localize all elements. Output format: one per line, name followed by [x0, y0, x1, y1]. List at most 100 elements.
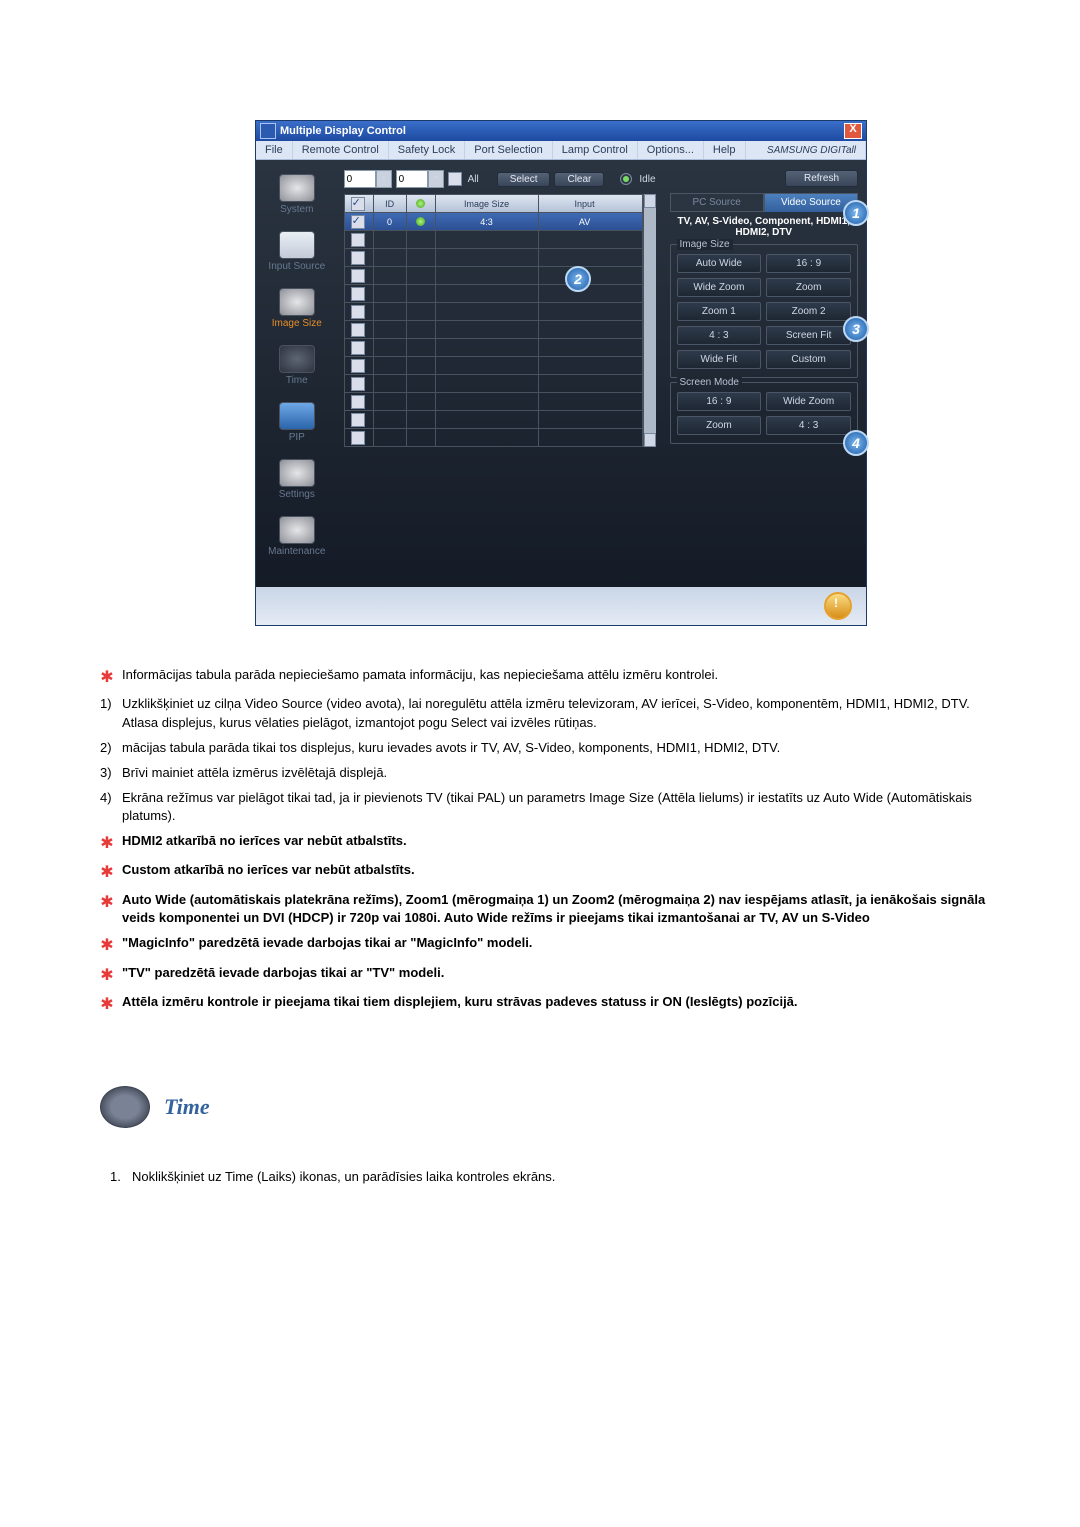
all-checkbox[interactable]	[448, 172, 462, 186]
menu-remote[interactable]: Remote Control	[293, 141, 389, 159]
header-checkbox[interactable]	[351, 197, 365, 211]
menubar: File Remote Control Safety Lock Port Sel…	[256, 141, 866, 160]
callout-2: 2	[565, 266, 591, 292]
btn-16-9[interactable]: 16 : 9	[766, 254, 851, 273]
btn-sm-zoom[interactable]: Zoom	[677, 416, 762, 435]
brand-label: SAMSUNG DIGITall	[758, 142, 866, 159]
source-info: TV, AV, S-Video, Component, HDMI1, HDMI2…	[670, 216, 858, 238]
table-row	[345, 266, 642, 284]
time-icon	[279, 345, 315, 373]
table-row	[345, 320, 642, 338]
btn-zoom[interactable]: Zoom	[766, 278, 851, 297]
star-icon: ✱	[100, 832, 114, 855]
system-icon	[279, 174, 315, 202]
main-panel: ▾ ▾ All Select Clear Idle ID Image Size …	[338, 160, 662, 587]
table-row	[345, 248, 642, 266]
star-icon: ✱	[100, 861, 114, 884]
menu-options[interactable]: Options...	[638, 141, 704, 159]
sidebar-item-time[interactable]: Time	[256, 345, 338, 386]
sidebar-item-maint[interactable]: Maintenance	[256, 516, 338, 557]
doc-body: ✱Informācijas tabula parāda nepieciešamo…	[100, 666, 1020, 1187]
table-row[interactable]: 0 4:3 AV	[345, 212, 642, 230]
refresh-button[interactable]: Refresh	[785, 170, 858, 187]
app-footer	[256, 587, 866, 625]
sidebar-item-system[interactable]: System	[256, 174, 338, 215]
sidebar: System Input Source Image Size Time PIP …	[256, 160, 338, 587]
idle-radio[interactable]	[620, 173, 632, 185]
table-row	[345, 284, 642, 302]
star-icon: ✱	[100, 934, 114, 957]
menu-lamp[interactable]: Lamp Control	[553, 141, 638, 159]
time-heading: Time	[100, 1086, 1020, 1128]
table-row	[345, 374, 642, 392]
btn-sm-widezoom[interactable]: Wide Zoom	[766, 392, 851, 411]
input-source-icon	[279, 231, 315, 259]
btn-auto-wide[interactable]: Auto Wide	[677, 254, 762, 273]
callout-4: 4	[843, 430, 869, 456]
callout-3: 3	[843, 316, 869, 342]
table-scrollbar[interactable]: ▴ ▾	[643, 194, 656, 447]
menu-safety[interactable]: Safety Lock	[389, 141, 465, 159]
sidebar-item-pip[interactable]: PIP	[256, 402, 338, 443]
menu-port[interactable]: Port Selection	[465, 141, 552, 159]
menu-file[interactable]: File	[256, 141, 293, 159]
btn-wide-fit[interactable]: Wide Fit	[677, 350, 762, 369]
col-id: ID	[374, 195, 407, 212]
row-checkbox[interactable]	[351, 215, 365, 229]
maintenance-icon	[279, 516, 315, 544]
alert-icon	[824, 592, 852, 620]
window-title: Multiple Display Control	[280, 125, 844, 137]
btn-custom[interactable]: Custom	[766, 350, 851, 369]
sidebar-item-set[interactable]: Settings	[256, 459, 338, 500]
scroll-down-icon[interactable]: ▾	[644, 433, 656, 447]
btn-zoom2[interactable]: Zoom 2	[766, 302, 851, 321]
screen-mode-group: Screen Mode 16 : 9 Wide Zoom Zoom 4 : 3	[670, 382, 858, 444]
star-icon: ✱	[100, 964, 114, 987]
callout-1: 1	[843, 200, 869, 226]
sidebar-item-input[interactable]: Input Source	[256, 231, 338, 272]
btn-zoom1[interactable]: Zoom 1	[677, 302, 762, 321]
col-size: Image Size	[436, 195, 539, 212]
all-label: All	[468, 174, 479, 185]
image-size-group: Image Size Auto Wide 16 : 9 Wide Zoom Zo…	[670, 244, 858, 378]
sidebar-item-image[interactable]: Image Size	[256, 288, 338, 329]
btn-wide-zoom[interactable]: Wide Zoom	[677, 278, 762, 297]
chevron-down-icon[interactable]: ▾	[376, 170, 392, 188]
btn-sm-16-9[interactable]: 16 : 9	[677, 392, 762, 411]
star-icon: ✱	[100, 993, 114, 1016]
source-dot-icon	[416, 217, 425, 226]
pip-icon	[279, 402, 315, 430]
idle-label: Idle	[639, 174, 655, 185]
clear-button[interactable]: Clear	[554, 172, 604, 187]
display-table: ID Image Size Input 0 4:3 AV	[344, 194, 643, 447]
scroll-up-icon[interactable]: ▴	[644, 194, 656, 208]
image-size-icon	[279, 288, 315, 316]
btn-screen-fit[interactable]: Screen Fit	[766, 326, 851, 345]
table-row	[345, 230, 642, 248]
id-to-spinner[interactable]: ▾	[396, 170, 444, 188]
settings-icon	[279, 459, 315, 487]
table-row	[345, 410, 642, 428]
chevron-down-icon[interactable]: ▾	[428, 170, 444, 188]
table-row	[345, 356, 642, 374]
right-panel: Refresh PC Source Video Source TV, AV, S…	[662, 160, 866, 587]
table-row	[345, 338, 642, 356]
app-window: Multiple Display Control X File Remote C…	[255, 120, 867, 626]
star-icon: ✱	[100, 891, 114, 929]
star-icon: ✱	[100, 666, 114, 689]
titlebar: Multiple Display Control X	[256, 121, 866, 141]
select-button[interactable]: Select	[497, 172, 551, 187]
close-icon[interactable]: X	[844, 123, 862, 139]
menu-help[interactable]: Help	[704, 141, 746, 159]
table-row	[345, 428, 642, 446]
col-input: Input	[539, 195, 631, 212]
table-row	[345, 302, 642, 320]
btn-sm-4-3[interactable]: 4 : 3	[766, 416, 851, 435]
btn-4-3[interactable]: 4 : 3	[677, 326, 762, 345]
app-icon	[260, 123, 276, 139]
id-from-spinner[interactable]: ▾	[344, 170, 392, 188]
tab-pc-source[interactable]: PC Source	[670, 193, 764, 212]
source-col-icon	[416, 199, 425, 208]
time-section-icon	[100, 1086, 150, 1128]
table-row	[345, 392, 642, 410]
